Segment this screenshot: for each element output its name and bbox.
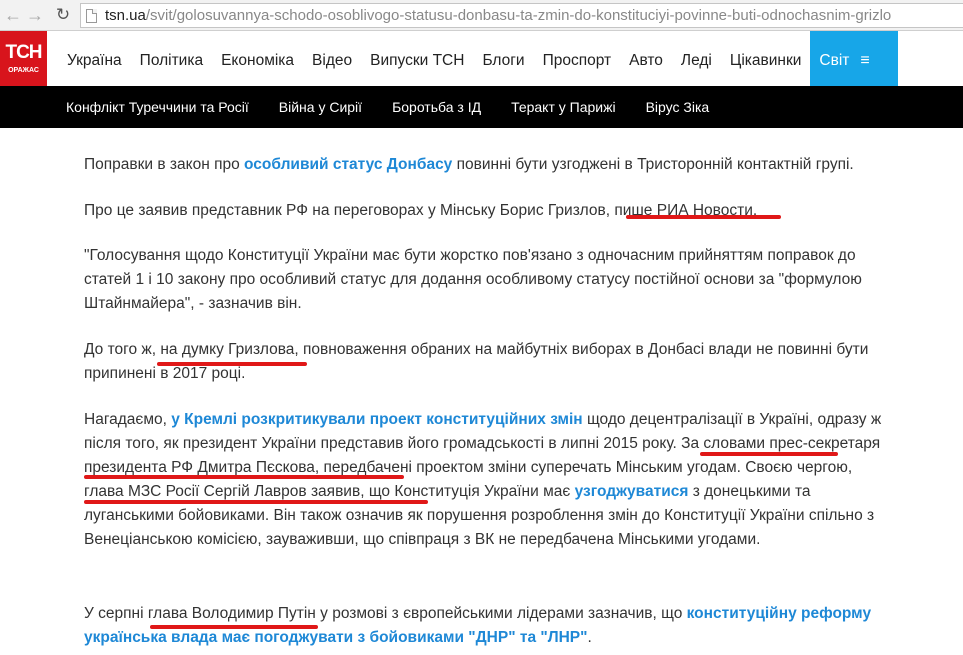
topic-turkey-russia[interactable]: Конфлікт Туреччини та Росії (56, 86, 259, 128)
menu-icon[interactable]: ≡ (858, 31, 899, 86)
p1-text-pre: Поправки в закон про (84, 156, 245, 173)
p6-text-post: . (587, 629, 592, 646)
nav-item-economy[interactable]: Економіка (212, 31, 303, 86)
p1-text-post: повинні бути узгоджені в Тристоронній ко… (452, 156, 854, 173)
logo-text: ТСН (5, 42, 42, 63)
nav-item-video[interactable]: Відео (303, 31, 361, 86)
red-underline-gryzlov-opinion (157, 362, 307, 366)
topic-isis-fight[interactable]: Боротьба з ІД (382, 86, 491, 128)
nav-item-blogs[interactable]: Блоги (473, 31, 533, 86)
paragraph-2: Про це заявив представник РФ на перегово… (84, 199, 894, 223)
p6-text-pre: У серпні глава Володимир Путін у розмові… (84, 605, 687, 622)
url-text[interactable]: tsn.ua/svit/golosuvannya-schodo-osoblivo… (105, 7, 891, 24)
nav-item-lady[interactable]: Леді (672, 31, 721, 86)
url-host: tsn.ua (105, 7, 146, 24)
nav-item-auto[interactable]: Авто (620, 31, 672, 86)
nav-item-world[interactable]: Світ ≡ (810, 31, 899, 86)
red-underline-ria (626, 215, 781, 219)
nav-item-politics[interactable]: Політика (131, 31, 212, 86)
logo-subtext: ОРАЖАС (8, 67, 39, 74)
paragraph-5: Нагадаємо, у Кремлі розкритикували проек… (84, 408, 894, 552)
red-underline-peskov-2 (84, 475, 404, 479)
tsn-logo[interactable]: ТСН ОРАЖАС (0, 31, 47, 86)
nav-item-interesting[interactable]: Цікавинки (721, 31, 811, 86)
red-underline-peskov-1 (700, 452, 838, 456)
link-coordinate[interactable]: узгоджуватися (575, 483, 689, 500)
red-underline-lavrov (84, 500, 428, 504)
topic-paris-attack[interactable]: Теракт у Парижі (501, 86, 626, 128)
url-path: /svit/golosuvannya-schodo-osoblivogo-sta… (145, 7, 892, 24)
back-arrow-icon[interactable]: ← (2, 4, 24, 26)
address-bar[interactable]: tsn.ua/svit/golosuvannya-schodo-osoblivo… (80, 3, 963, 28)
nav-item-tsn-episodes[interactable]: Випуски ТСН (361, 31, 473, 86)
topic-syria-war[interactable]: Війна у Сирії (269, 86, 372, 128)
topic-bar: Конфлікт Туреччини та Росії Війна у Сирі… (0, 86, 963, 128)
nav-item-ukraine[interactable]: Україна (58, 31, 131, 86)
browser-toolbar: ← → ↻ tsn.ua/svit/golosuvannya-schodo-os… (0, 0, 963, 31)
red-underline-putin (150, 625, 318, 629)
paragraph-3: "Голосування щодо Конституції України ма… (84, 247, 862, 312)
nav-item-world-label: Світ (819, 52, 850, 69)
p2-text-pre: Про це заявив представник РФ на перегово… (84, 202, 615, 219)
nav-item-prosport[interactable]: Проспорт (534, 31, 621, 86)
page-icon (86, 9, 97, 23)
reload-icon[interactable]: ↻ (52, 4, 74, 26)
paragraph-1: Поправки в закон про особливий статус До… (84, 153, 894, 177)
link-kremlin-criticized[interactable]: у Кремлі розкритикували проект конституц… (171, 411, 582, 428)
topic-zika-virus[interactable]: Вірус Зіка (636, 86, 720, 128)
forward-arrow-icon[interactable]: → (24, 4, 46, 26)
main-nav: Україна Політика Економіка Відео Випуски… (58, 31, 899, 86)
p5-text-pre: Нагадаємо, (84, 411, 172, 428)
link-special-status[interactable]: особливий статус Донбасу (244, 156, 452, 173)
